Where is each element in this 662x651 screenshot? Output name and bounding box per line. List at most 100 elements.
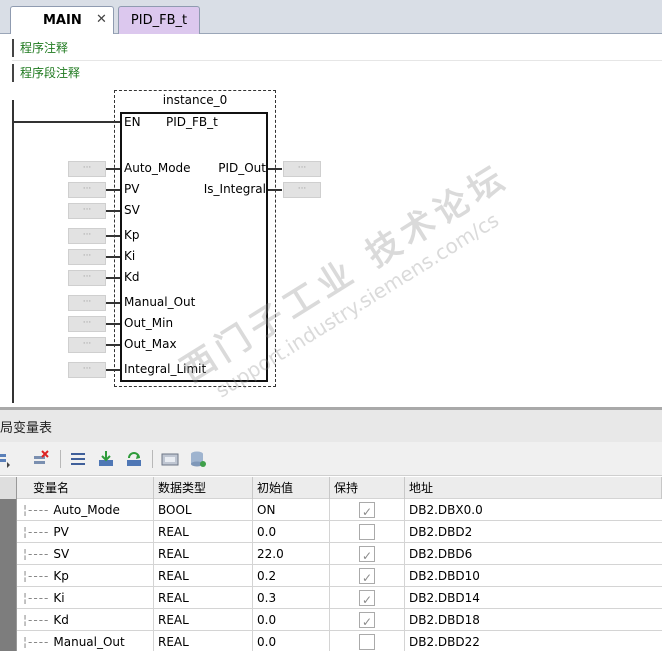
block-name: PID_FB_t <box>166 115 218 129</box>
table-row[interactable]: ¦---- Kd REAL 0.0 ✓ DB2.DBD18 <box>0 609 662 631</box>
ladder-editor[interactable]: 程序注释 程序段注释 instance_0 EN PID_FB_t ··· Au… <box>0 35 662 407</box>
cell-type[interactable]: REAL <box>154 565 253 587</box>
cell-name[interactable]: ¦---- Auto_Mode <box>17 499 154 521</box>
tab-pid-fb[interactable]: PID_FB_t <box>118 6 200 34</box>
cell-type[interactable]: BOOL <box>154 499 253 521</box>
cell-init[interactable]: 0.0 <box>253 631 330 651</box>
retain-checkbox[interactable]: ✓ <box>359 590 375 607</box>
cell-addr[interactable]: DB2.DBD14 <box>405 587 662 609</box>
cell-name[interactable]: ¦---- Kd <box>17 609 154 631</box>
panel-title: 局变量表 <box>0 420 53 436</box>
cell-name[interactable]: ¦---- SV <box>17 543 154 565</box>
retain-checkbox[interactable] <box>359 634 375 650</box>
var-name: Manual_Out <box>53 635 125 649</box>
list-icon[interactable] <box>69 450 87 468</box>
table-row[interactable]: ¦---- Manual_Out REAL 0.0 DB2.DBD22 <box>0 631 662 651</box>
row-header[interactable] <box>0 521 17 543</box>
cell-name[interactable]: ¦---- PV <box>17 521 154 543</box>
cell-addr[interactable]: DB2.DBD22 <box>405 631 662 651</box>
row-header[interactable] <box>0 631 17 651</box>
tree-connector: ¦---- <box>23 635 50 649</box>
cell-init[interactable]: 0.2 <box>253 565 330 587</box>
tab-main[interactable]: MAIN ✕ <box>10 6 114 34</box>
variable-table-title-bar[interactable]: 局变量表 <box>0 407 662 442</box>
param-out-max[interactable]: ··· <box>68 337 106 353</box>
cell-name[interactable]: ¦---- Ki <box>17 587 154 609</box>
pin-sv: SV <box>124 203 140 217</box>
row-header[interactable] <box>0 543 17 565</box>
row-header[interactable] <box>0 565 17 587</box>
cell-name[interactable]: ¦---- Manual_Out <box>17 631 154 651</box>
param-integral-limit[interactable]: ··· <box>68 362 106 378</box>
program-comment[interactable]: 程序注释 <box>12 39 68 57</box>
delete-row-icon[interactable] <box>32 450 50 468</box>
row-header[interactable] <box>0 609 17 631</box>
param-ki[interactable]: ··· <box>68 249 106 265</box>
retain-checkbox[interactable]: ✓ <box>359 612 375 629</box>
param-out-min[interactable]: ··· <box>68 316 106 332</box>
retain-checkbox[interactable]: ✓ <box>359 568 375 585</box>
cell-keep: ✓ <box>330 587 405 609</box>
cell-addr[interactable]: DB2.DBX0.0 <box>405 499 662 521</box>
header-name[interactable]: 变量名 <box>17 477 154 499</box>
table-row[interactable]: ¦---- Ki REAL 0.3 ✓ DB2.DBD14 <box>0 587 662 609</box>
cell-type[interactable]: REAL <box>154 609 253 631</box>
retain-checkbox[interactable]: ✓ <box>359 502 375 519</box>
row-header[interactable] <box>0 587 17 609</box>
param-kp[interactable]: ··· <box>68 228 106 244</box>
var-name: PV <box>53 525 69 539</box>
toolbar-separator <box>60 450 61 468</box>
refresh-icon[interactable] <box>125 450 143 468</box>
table-row[interactable]: ¦---- Auto_Mode BOOL ON ✓ DB2.DBX0.0 <box>0 499 662 521</box>
retain-checkbox[interactable] <box>359 524 375 540</box>
pin-ki: Ki <box>124 249 136 263</box>
wire <box>106 277 120 279</box>
wire <box>268 168 282 170</box>
divider <box>12 60 662 61</box>
check-mark-icon: ✓ <box>362 505 373 519</box>
tree-connector: ¦---- <box>23 591 50 605</box>
cell-type[interactable]: REAL <box>154 631 253 651</box>
close-icon[interactable]: ✕ <box>96 12 107 27</box>
row-header[interactable] <box>0 499 17 521</box>
wire <box>106 189 120 191</box>
cell-init[interactable]: 0.0 <box>253 609 330 631</box>
wire <box>106 344 120 346</box>
table-row[interactable]: ¦---- PV REAL 0.0 DB2.DBD2 <box>0 521 662 543</box>
param-sv[interactable]: ··· <box>68 203 106 219</box>
param-pid-out[interactable]: ··· <box>283 161 321 177</box>
pin-auto-mode: Auto_Mode <box>124 161 191 175</box>
table-row[interactable]: ¦---- Kp REAL 0.2 ✓ DB2.DBD10 <box>0 565 662 587</box>
cell-init[interactable]: 22.0 <box>253 543 330 565</box>
insert-row-icon[interactable] <box>0 450 12 468</box>
header-addr[interactable]: 地址 <box>405 477 662 499</box>
cell-init[interactable]: 0.3 <box>253 587 330 609</box>
import-icon[interactable] <box>97 450 115 468</box>
param-kd[interactable]: ··· <box>68 270 106 286</box>
cell-name[interactable]: ¦---- Kp <box>17 565 154 587</box>
cell-init[interactable]: 0.0 <box>253 521 330 543</box>
segment-comment[interactable]: 程序段注释 <box>12 64 80 82</box>
var-name: Kd <box>53 613 69 627</box>
header-type[interactable]: 数据类型 <box>154 477 253 499</box>
cell-init[interactable]: ON <box>253 499 330 521</box>
table-header-row: 变量名 数据类型 初始值 保持 地址 <box>0 477 662 499</box>
param-manual-out[interactable]: ··· <box>68 295 106 311</box>
param-auto-mode[interactable]: ··· <box>68 161 106 177</box>
header-init[interactable]: 初始值 <box>253 477 330 499</box>
var-name: Kp <box>53 569 69 583</box>
cell-addr[interactable]: DB2.DBD6 <box>405 543 662 565</box>
retain-checkbox[interactable]: ✓ <box>359 546 375 563</box>
cell-addr[interactable]: DB2.DBD10 <box>405 565 662 587</box>
param-pv[interactable]: ··· <box>68 182 106 198</box>
cell-type[interactable]: REAL <box>154 521 253 543</box>
table-row[interactable]: ¦---- SV REAL 22.0 ✓ DB2.DBD6 <box>0 543 662 565</box>
param-is-integral[interactable]: ··· <box>283 182 321 198</box>
database-icon[interactable] <box>189 450 207 468</box>
cell-addr[interactable]: DB2.DBD18 <box>405 609 662 631</box>
monitor-icon[interactable] <box>161 450 179 468</box>
cell-addr[interactable]: DB2.DBD2 <box>405 521 662 543</box>
cell-type[interactable]: REAL <box>154 587 253 609</box>
header-keep[interactable]: 保持 <box>330 477 405 499</box>
cell-type[interactable]: REAL <box>154 543 253 565</box>
